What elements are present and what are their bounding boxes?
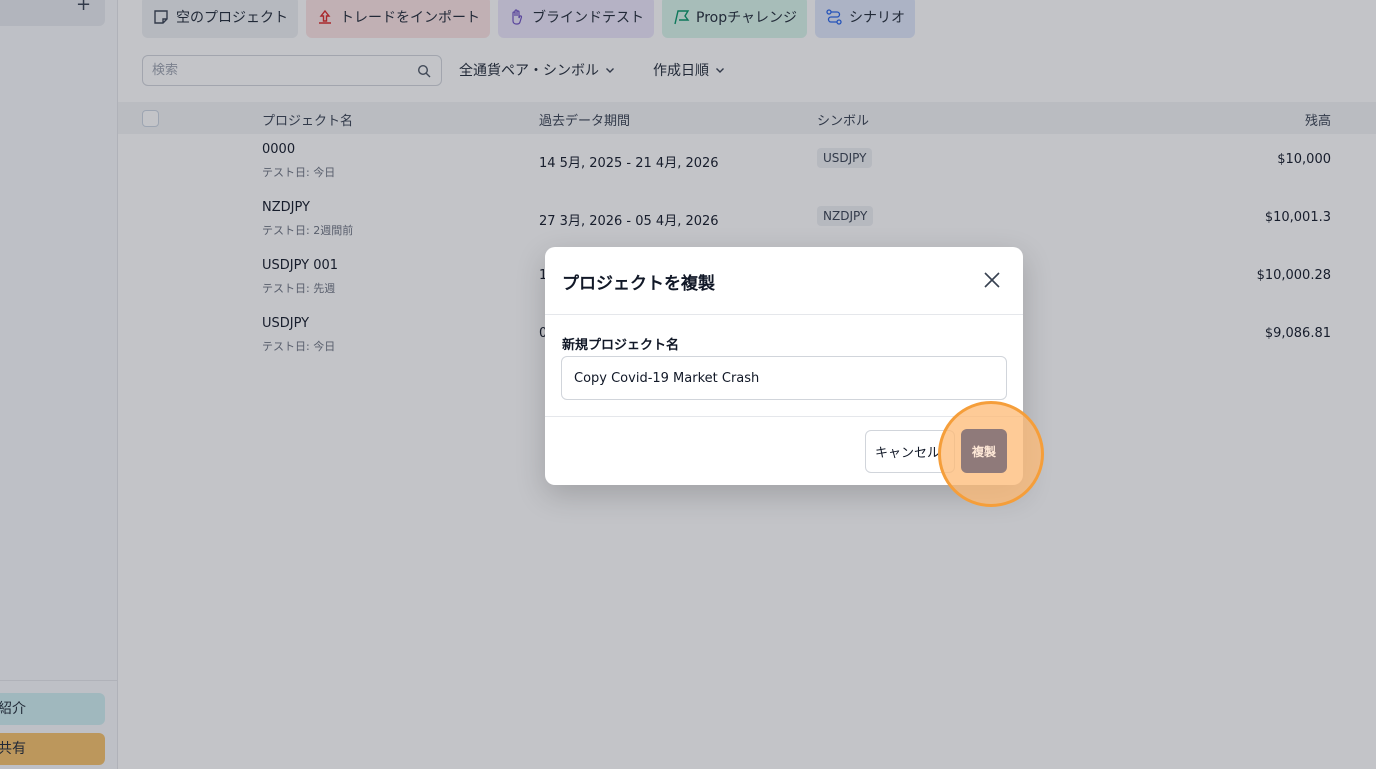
new-project-name-label: 新規プロジェクト名 — [562, 338, 680, 353]
duplicate-project-dialog: プロジェクトを複製 新規プロジェクト名 キャンセル 複製 — [545, 247, 1044, 507]
duplicate-button[interactable]: 複製 — [961, 429, 1007, 473]
dialog-divider — [545, 314, 1023, 315]
dialog-title: プロジェクトを複製 — [562, 274, 715, 294]
new-project-name-input[interactable] — [561, 356, 1007, 400]
close-icon[interactable] — [983, 271, 1001, 289]
